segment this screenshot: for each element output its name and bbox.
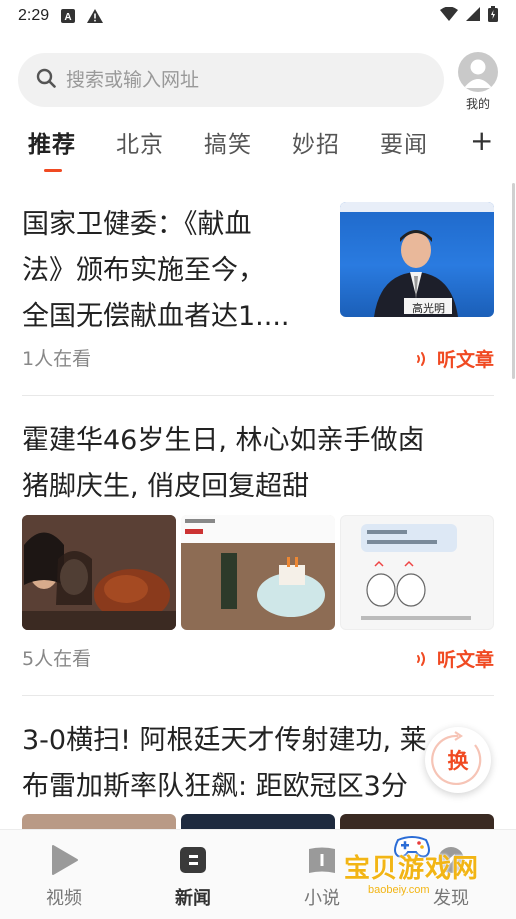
category-tabs: 推荐 北京 搞笑 妙招 要闻 + — [0, 125, 516, 173]
search-bar[interactable] — [18, 53, 444, 107]
refresh-feed-button[interactable]: 换 — [425, 727, 491, 793]
listen-article-button[interactable]: 听文章 — [414, 345, 494, 372]
signal-icon — [466, 7, 480, 25]
profile-button[interactable]: 我的 — [455, 52, 501, 112]
news-image[interactable] — [181, 814, 335, 829]
news-headline[interactable]: 3-0横扫! 阿根廷天才传射建功, 莱 布雷加斯率队狂飙: 距欧冠区3分 — [22, 718, 494, 810]
add-channel-button[interactable]: + — [470, 125, 493, 157]
news-card[interactable]: 国家卫健委：《献血 法》颁布实施至今， 全国无偿献血者达1.... 高光明 1人… — [22, 202, 494, 382]
tab-recommend[interactable]: 推荐 — [28, 125, 76, 159]
divider — [22, 395, 494, 396]
news-card[interactable]: 3-0横扫! 阿根廷天才传射建功, 莱 布雷加斯率队狂飙: 距欧冠区3分 — [22, 718, 494, 829]
search-input[interactable] — [66, 69, 406, 91]
play-icon — [24, 844, 104, 876]
news-headline[interactable]: 国家卫健委：《献血 法》颁布实施至今， 全国无偿献血者达1.... — [22, 202, 322, 340]
search-icon — [36, 68, 56, 92]
svg-text:A: A — [65, 12, 72, 23]
active-tab-indicator — [44, 169, 62, 172]
news-card[interactable]: 霍建华46岁生日, 林心如亲手做卤 猪脚庆生, 俏皮回复超甜 5人在看 听文章 — [22, 418, 494, 676]
watermark-url: baobeiy.com — [368, 884, 430, 896]
divider — [22, 695, 494, 696]
news-icon — [153, 844, 233, 876]
status-time: 2:29 — [18, 7, 50, 24]
warning-icon — [87, 9, 104, 23]
view-count: 5人在看 — [22, 648, 92, 670]
tab-tips[interactable]: 妙招 — [292, 125, 340, 159]
news-image[interactable] — [22, 814, 176, 829]
listen-article-button[interactable]: 听文章 — [414, 645, 494, 672]
profile-label: 我的 — [465, 97, 490, 111]
news-thumbnail[interactable]: 高光明 — [340, 202, 494, 317]
tab-headlines[interactable]: 要闻 — [380, 125, 428, 159]
audio-wave-icon — [416, 351, 425, 366]
battery-icon — [488, 6, 498, 26]
notification-a-icon: A — [61, 9, 76, 23]
view-count: 1人在看 — [22, 348, 92, 370]
thumb-name-card: 高光明 — [412, 302, 445, 315]
tab-funny[interactable]: 搞笑 — [204, 125, 252, 159]
audio-wave-icon — [416, 651, 425, 666]
nav-news[interactable]: 新闻 — [153, 844, 233, 910]
watermark-text: 宝贝游戏网 — [344, 854, 480, 884]
nav-video[interactable]: 视频 — [24, 844, 104, 910]
scrollbar[interactable] — [512, 183, 515, 379]
news-headline[interactable]: 霍建华46岁生日, 林心如亲手做卤 猪脚庆生, 俏皮回复超甜 — [22, 418, 494, 510]
news-image[interactable] — [22, 515, 176, 630]
tab-beijing[interactable]: 北京 — [116, 125, 164, 159]
news-image[interactable] — [340, 515, 494, 630]
wifi-icon — [440, 6, 458, 25]
watermark: 宝贝游戏网 baobeiy.com — [330, 828, 490, 896]
status-bar: 2:29 A — [0, 0, 516, 32]
news-image[interactable] — [340, 814, 494, 829]
avatar — [458, 52, 498, 92]
news-image[interactable] — [181, 515, 335, 630]
